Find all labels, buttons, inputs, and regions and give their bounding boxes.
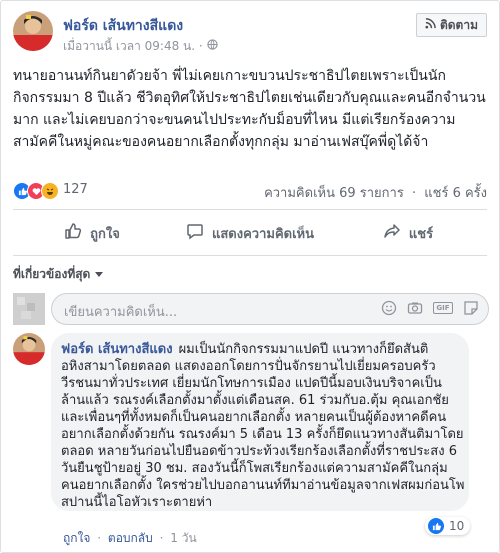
share-label: แชร์ xyxy=(408,226,434,242)
like-icon xyxy=(427,517,445,535)
comment-label: แสดงความคิดเห็น xyxy=(211,226,314,242)
post-header: ฟอร์ด เส้นทางสีแดง เมื่อวานนี้ เวลา 09:4… xyxy=(13,11,487,57)
comment-author[interactable]: ฟอร์ด เส้นทางสีแดง xyxy=(61,342,173,357)
emoji-icon[interactable] xyxy=(380,299,398,317)
share-count[interactable]: แชร์ 6 ครั้ง xyxy=(424,186,487,201)
like-icon xyxy=(64,222,82,244)
sticker-icon[interactable] xyxy=(462,299,480,317)
comment-reaction-count: 10 xyxy=(449,519,465,533)
comment-input-tools: GIF xyxy=(380,299,480,317)
post-card: ฟอร์ด เส้นทางสีแดง เมื่อวานนี้ เวลา 09:4… xyxy=(0,0,500,553)
post-actions: ถูกใจ แสดงความคิดเห็น แชร์ xyxy=(13,215,487,251)
comment-input[interactable]: เขียนความคิดเห็น... GIF xyxy=(51,293,489,325)
like-label: ถูกใจ xyxy=(90,226,120,242)
current-user-avatar xyxy=(13,293,45,325)
share-icon xyxy=(383,222,401,244)
comment-bubble: ฟอร์ด เส้นทางสีแดง ผมเป็นนักกิจกรรมมาแปดป… xyxy=(51,333,469,511)
reaction-count[interactable]: 127 xyxy=(63,182,88,197)
divider xyxy=(13,209,487,210)
reaction-summary[interactable] xyxy=(13,182,59,200)
haha-icon xyxy=(41,182,59,200)
comment-icon xyxy=(186,222,204,244)
comment-reply-link[interactable]: ตอบกลับ xyxy=(108,531,153,545)
follow-label: ติดตาม xyxy=(439,17,478,32)
caret-down-icon xyxy=(94,267,103,281)
globe-icon xyxy=(206,39,218,53)
comment-text: ผมเป็นนักกิจกรรมมาแปดปี แนวทางก็ยึดสันติ… xyxy=(61,342,465,510)
author-name[interactable]: ฟอร์ด เส้นทางสีแดง xyxy=(63,15,183,37)
post-stats: 127 ความคิดเห็น 69 รายการ · แชร์ 6 ครั้ง xyxy=(13,179,487,201)
follow-button[interactable]: ติดตาม xyxy=(415,13,487,37)
author-avatar[interactable] xyxy=(13,11,53,51)
post-body: ทนายอานนท์กินยาดัวยจ้า พี่ไม่เคยเกาะขบวน… xyxy=(13,68,486,150)
like-button[interactable]: ถูกใจ xyxy=(13,215,171,251)
comment-text-block: ฟอร์ด เส้นทางสีแดง ผมเป็นนักกิจกรรมมาแปดป… xyxy=(61,341,465,511)
comment-time[interactable]: 1 วัน xyxy=(170,531,196,545)
comment-input-placeholder: เขียนความคิดเห็น... xyxy=(64,305,178,320)
post-meta: เมื่อวานนี้ เวลา 09:48 น. · xyxy=(63,37,218,56)
post-counts: ความคิดเห็น 69 รายการ · แชร์ 6 ครั้ง xyxy=(264,186,487,201)
commenter-avatar[interactable] xyxy=(13,333,45,365)
comment-footer: ถูกใจ · ตอบกลับ · 1 วัน xyxy=(63,531,197,545)
gif-button[interactable]: GIF xyxy=(432,299,454,317)
comment-button[interactable]: แสดงความคิดเห็น xyxy=(171,215,329,251)
share-button[interactable]: แชร์ xyxy=(329,215,487,251)
gif-label: GIF xyxy=(433,302,453,314)
camera-icon[interactable] xyxy=(406,299,424,317)
comment-count[interactable]: ความคิดเห็น 69 รายการ xyxy=(264,186,404,201)
rss-icon xyxy=(425,18,436,32)
post-time[interactable]: เมื่อวานนี้ เวลา 09:48 น. xyxy=(63,39,195,53)
comment-sort-label: ที่เกี่ยวข้องที่สุด xyxy=(13,267,91,281)
comment-like-link[interactable]: ถูกใจ xyxy=(63,531,90,545)
comment-sort-dropdown[interactable]: ที่เกี่ยวข้องที่สุด xyxy=(13,265,103,284)
comment-reaction-summary[interactable]: 10 xyxy=(425,517,471,535)
divider xyxy=(13,255,487,256)
